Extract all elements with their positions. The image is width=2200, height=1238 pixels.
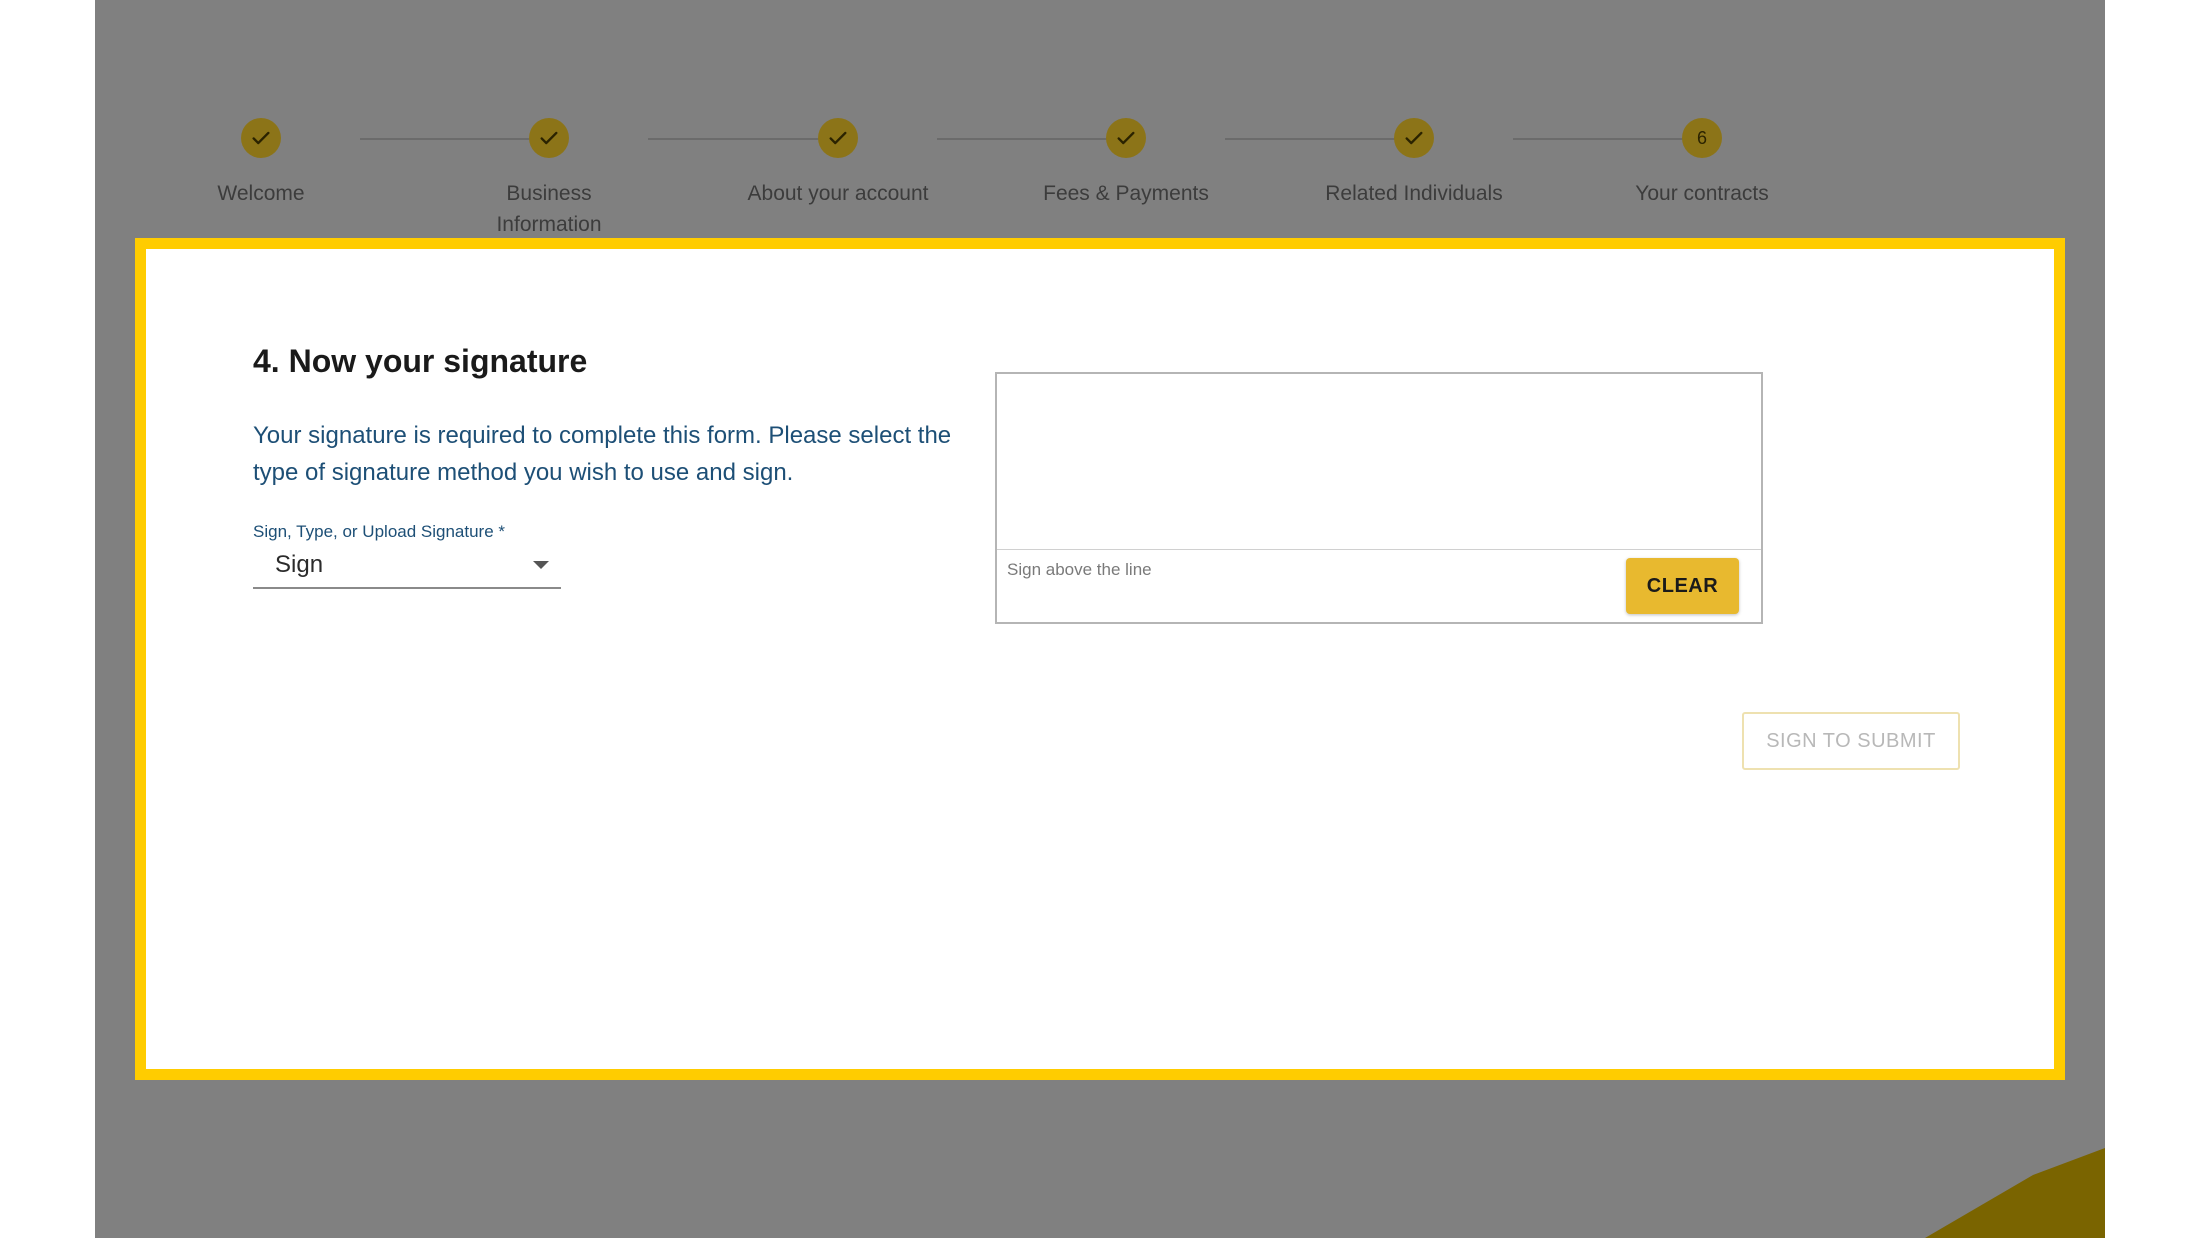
step-label: Welcome [217, 182, 305, 205]
check-icon [1117, 131, 1135, 145]
signature-method-select[interactable]: Sign [253, 545, 561, 589]
progress-stepper: Welcome Business Information About your … [95, 118, 2105, 248]
step-complete-circle [529, 118, 569, 158]
signature-method-value: Sign [275, 551, 324, 578]
sign-hint: Sign above the line [1007, 560, 1152, 579]
step-number: 6 [1696, 127, 1707, 148]
signature-drawing-area[interactable] [997, 374, 1761, 549]
step-label: Business Information [496, 182, 602, 236]
step-your-contracts[interactable]: 6 Your contracts [1582, 118, 1822, 209]
step-current-circle: 6 [1682, 118, 1722, 158]
check-icon [540, 131, 558, 145]
page-backdrop: Welcome Business Information About your … [95, 0, 2105, 1238]
step-related-individuals[interactable]: Related Individuals [1294, 118, 1534, 209]
clear-button[interactable]: CLEAR [1626, 558, 1739, 614]
highlighted-signature-card: 4. Now your signature Your signature is … [135, 238, 2065, 1080]
section-title: 4. Now your signature [253, 343, 588, 379]
signature-instructions: Your signature is required to complete t… [253, 422, 952, 486]
dropdown-arrow-icon [533, 561, 549, 569]
step-label: Fees & Payments [1043, 182, 1209, 205]
signature-pad: Sign above the line CLEAR [995, 372, 1763, 624]
step-complete-circle [818, 118, 858, 158]
step-about-your-account[interactable]: About your account [718, 118, 958, 209]
step-welcome[interactable]: Welcome [141, 118, 381, 209]
step-complete-circle [1394, 118, 1434, 158]
step-complete-circle [1106, 118, 1146, 158]
check-icon [252, 131, 270, 145]
step-label: Related Individuals [1325, 182, 1503, 205]
check-icon [1405, 131, 1423, 145]
sign-to-submit-button[interactable]: SIGN TO SUBMIT [1742, 712, 1960, 770]
step-label: About your account [747, 182, 929, 205]
signature-baseline [997, 549, 1761, 550]
corner-decoration [1925, 1148, 2105, 1238]
step-business-information[interactable]: Business Information [429, 118, 669, 240]
step-label: Your contracts [1635, 182, 1769, 205]
step-fees-payments[interactable]: Fees & Payments [1006, 118, 1246, 209]
signature-method-label: Sign, Type, or Upload Signature * [253, 522, 506, 541]
step-complete-circle [241, 118, 281, 158]
check-icon [829, 131, 847, 145]
